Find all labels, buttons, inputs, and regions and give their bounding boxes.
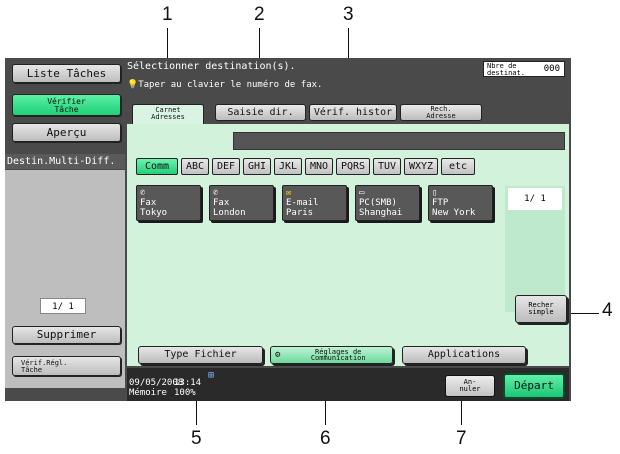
count-label-2: destinat. [487,69,525,77]
check-task-button[interactable]: Vérifier Tâche [12,94,121,116]
file-type-button[interactable]: Type Fichier [138,346,263,364]
index-tab-pqrs[interactable]: PQRS [336,158,370,175]
left-page-indicator: 1/ 1 [40,298,86,314]
tab-search-label-2: Adresse [426,112,456,120]
page-indicator: 1/ 1 [508,188,562,210]
multi-diff-label: Destin.Multi-Diff. [5,154,125,169]
dest-type: PC(SMB) [359,198,397,208]
check-task-label-2: Tâche [54,105,79,114]
network-icon: ⊞ [208,370,215,381]
dest-type: E-mail [286,198,319,208]
check-settings-button[interactable]: Vérif.Régl. Tâche [12,356,121,376]
index-tab-mno[interactable]: MNO [305,158,333,175]
destination-pc-shanghai[interactable]: ▭ PC(SMB) Shanghai [355,185,420,221]
pc-icon: ▭ [359,188,365,198]
communication-settings-button[interactable]: ⚙ Réglages de Communication [270,346,393,364]
cancel-label-2: nuler [459,385,481,393]
cancel-button[interactable]: An- nuler [445,375,495,397]
callout-3: 3 [343,4,354,25]
email-icon: ✉ [286,188,292,198]
index-tab-etc[interactable]: etc [441,158,475,175]
fax-instruction: 💡Taper au clavier le numéro de fax. [127,80,322,90]
destination-count: Nbre de destinat. 000 [483,61,565,77]
destination-ftp-newyork[interactable]: ▯ FTP New York [428,185,493,221]
index-tab-tuv[interactable]: TUV [373,158,401,175]
index-tab-ghi[interactable]: GHI [243,158,271,175]
fax-icon: ✆ [140,188,146,198]
status-bar: 09/05/2008 Mémoire 13:14 100% ⊞ An- nule… [127,368,569,401]
status-time-percent: 13:14 100% [174,378,201,398]
dest-name: New York [432,208,476,218]
index-tab-comm[interactable]: Comm [136,158,178,175]
dest-name: Shanghai [359,208,403,218]
dest-name: London [213,208,246,218]
count-value: 000 [543,64,560,74]
tab-address-book[interactable]: Carnet Adresses [132,104,204,124]
simple-search-label-2: simple [528,308,554,316]
address-book-content: Comm ABC DEF GHI JKL MNO PQRS TUV WXYZ e… [127,124,569,366]
index-tab-abc[interactable]: ABC [181,158,209,175]
dest-type: Fax [213,198,230,208]
device-panel: Liste Tâches Vérifier Tâche Aperçu Desti… [5,58,571,401]
destination-field[interactable] [233,132,565,150]
callout-5: 5 [191,428,202,449]
index-tab-jkl[interactable]: JKL [274,158,302,175]
callout-6: 6 [320,428,331,449]
tab-direct-input[interactable]: Saisie dir. [215,104,306,121]
check-settings-label-2: Tâche [21,366,43,374]
delete-button[interactable]: Supprimer [12,326,121,344]
dest-type: Fax [140,198,157,208]
index-tab-def[interactable]: DEF [212,158,240,175]
preview-button[interactable]: Aperçu [12,123,121,142]
instruction-text: Sélectionner destination(s). [127,61,296,72]
tab-address-search[interactable]: Rech. Adresse [400,104,482,121]
simple-search-button[interactable]: Recher simple [515,295,567,323]
dest-name: Paris [286,208,314,218]
comm-settings-label-2: Communication [310,354,366,362]
destination-email-paris[interactable]: ✉ E-mail Paris [282,185,347,221]
ftp-icon: ▯ [432,188,438,198]
dest-name: Tokyo [140,208,168,218]
destination-fax-tokyo[interactable]: ✆ Fax Tokyo [136,185,201,221]
callout-1: 1 [162,4,173,25]
index-tab-wxyz[interactable]: WXYZ [404,158,438,175]
lightbulb-icon: 💡 [127,80,139,90]
status-percent: 100% [174,388,196,398]
fax-instruction-text: Taper au clavier le numéro de fax. [138,80,323,90]
tab-address-book-label-2: Adresses [151,113,185,121]
applications-button[interactable]: Applications [402,346,526,364]
settings-icon: ⚙ [275,350,281,360]
tab-history[interactable]: Vérif. histor [309,104,397,121]
callout-4: 4 [602,300,613,321]
callout-2: 2 [254,4,265,25]
dest-type: FTP [432,198,449,208]
start-button[interactable]: Départ [503,373,565,399]
callout-7: 7 [456,428,467,449]
destination-fax-london[interactable]: ✆ Fax London [209,185,274,221]
task-list-button[interactable]: Liste Tâches [12,64,121,83]
status-time: 13:14 [174,378,202,388]
fax-icon: ✆ [213,188,219,198]
